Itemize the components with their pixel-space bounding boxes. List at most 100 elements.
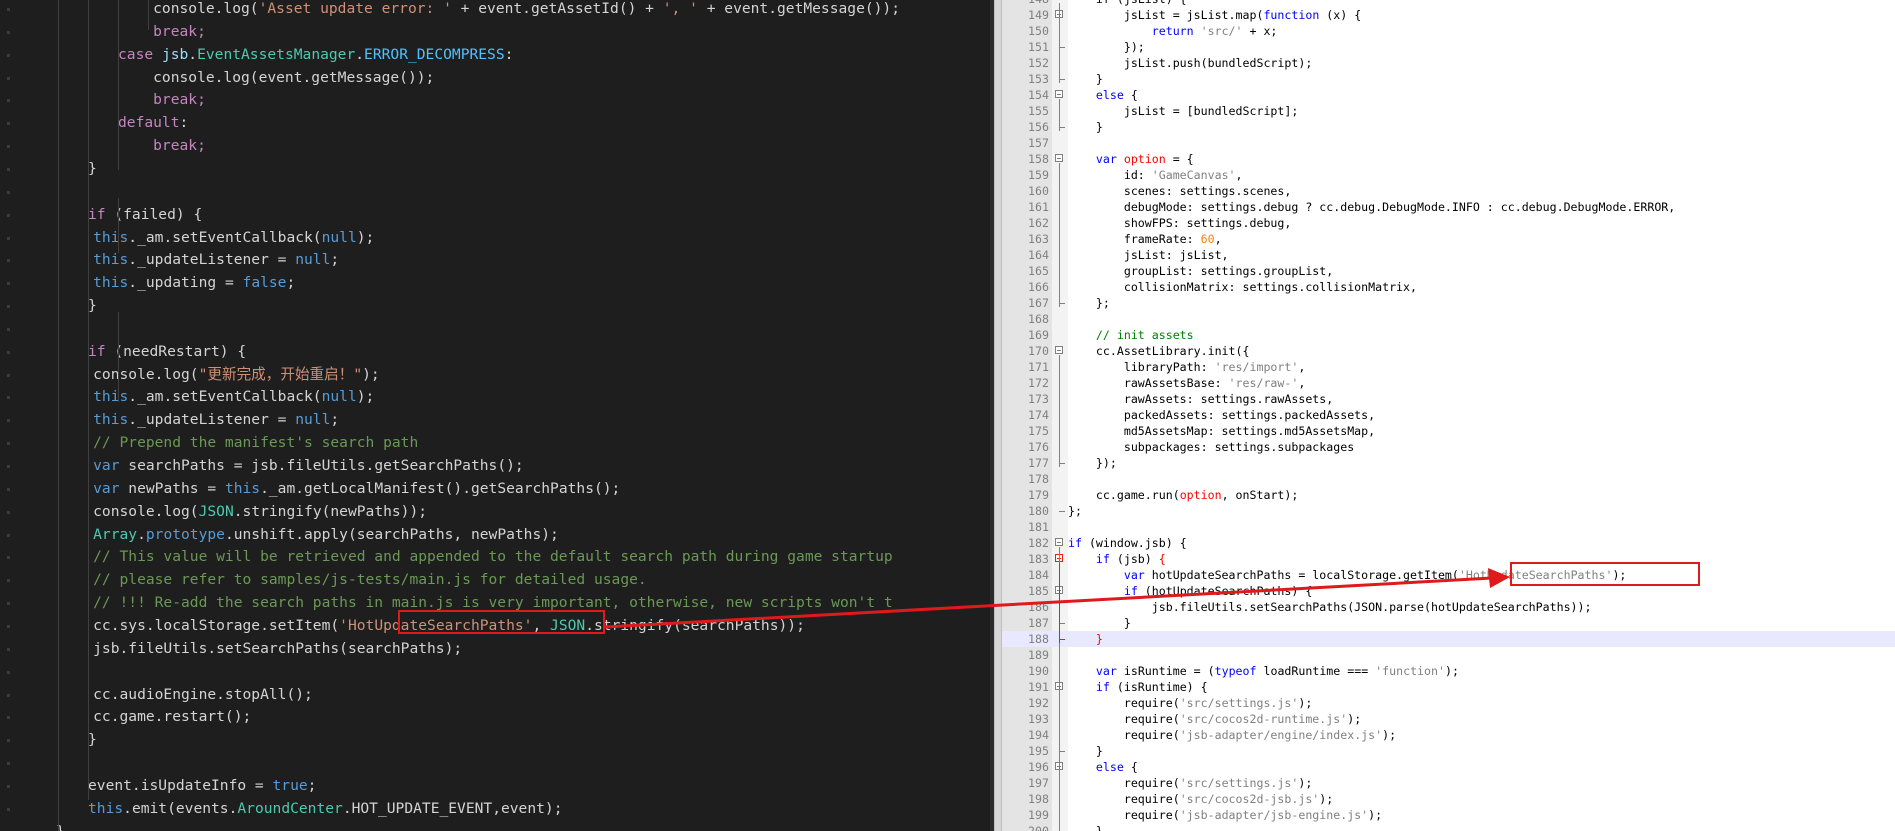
right-code-line[interactable]: 167 }; [1002, 295, 1895, 311]
code-text[interactable]: debugMode: settings.debug ? cc.debug.Deb… [1068, 199, 1675, 215]
code-text[interactable]: require('src/settings.js'); [1068, 695, 1313, 711]
code-text[interactable]: // init assets [1068, 327, 1194, 343]
code-text[interactable]: else { [1068, 759, 1138, 775]
code-text[interactable]: subpackages: settings.subpackages [1068, 439, 1354, 455]
right-code-line[interactable]: 153 } [1002, 71, 1895, 87]
code-text[interactable]: if (isRuntime) { [1068, 679, 1208, 695]
left-code-line[interactable]: // Prepend the manifest's search path [58, 432, 418, 455]
code-text[interactable]: require('jsb-adapter/jsb-engine.js'); [1068, 807, 1382, 823]
left-code-line[interactable]: default: [118, 112, 188, 135]
code-text[interactable]: require('src/cocos2d-jsb.js'); [1068, 791, 1333, 807]
right-code-line[interactable]: 192 require('src/settings.js'); [1002, 695, 1895, 711]
code-text[interactable]: jsList: jsList, [1068, 247, 1229, 263]
left-code-line[interactable]: var searchPaths = jsb.fileUtils.getSearc… [58, 455, 524, 478]
left-code-line[interactable]: console.log('Asset update error: ' + eve… [118, 0, 900, 21]
left-code-line[interactable]: } [88, 295, 97, 318]
left-code-line[interactable]: this._am.setEventCallback(null); [58, 386, 374, 409]
code-text[interactable]: if (window.jsb) { [1068, 535, 1187, 551]
right-code-line[interactable]: 163 frameRate: 60, [1002, 231, 1895, 247]
code-text[interactable]: md5AssetsMap: settings.md5AssetsMap, [1068, 423, 1375, 439]
right-code-line[interactable]: 170 cc.AssetLibrary.init({ [1002, 343, 1895, 359]
code-text[interactable]: }); [1068, 39, 1145, 55]
left-code-line[interactable]: break; [118, 135, 206, 158]
right-code-editor[interactable]: 148 if (jsList) {149 jsList = jsList.map… [1002, 0, 1895, 831]
code-text[interactable]: }; [1068, 503, 1082, 519]
code-text[interactable]: rawAssets: settings.rawAssets, [1068, 391, 1333, 407]
code-text[interactable]: showFPS: settings.debug, [1068, 215, 1292, 231]
code-text[interactable]: } [1068, 119, 1103, 135]
left-code-line[interactable]: case jsb.EventAssetsManager.ERROR_DECOMP… [118, 44, 513, 67]
code-text[interactable]: jsList = [bundledScript]; [1068, 103, 1299, 119]
right-code-line[interactable]: 165 groupList: settings.groupList, [1002, 263, 1895, 279]
left-code-line[interactable]: } [88, 158, 97, 181]
left-code-line[interactable]: Array.prototype.unshift.apply(searchPath… [58, 524, 559, 547]
code-text[interactable]: jsList.push(bundledScript); [1068, 55, 1312, 71]
left-code-line[interactable]: if (needRestart) { [88, 341, 246, 364]
right-code-line[interactable]: 180}; [1002, 503, 1895, 519]
code-text[interactable]: if (hotUpdateSearchPaths) { [1068, 583, 1313, 599]
right-code-line[interactable]: 159 id: 'GameCanvas', [1002, 167, 1895, 183]
right-code-line[interactable]: 185 if (hotUpdateSearchPaths) { [1002, 583, 1895, 599]
code-text[interactable]: rawAssetsBase: 'res/raw-', [1068, 375, 1306, 391]
code-text[interactable]: var isRuntime = (typeof loadRuntime === … [1068, 663, 1459, 679]
left-code-line[interactable]: this._am.setEventCallback(null); [58, 227, 374, 250]
right-code-line[interactable]: 197 require('src/settings.js'); [1002, 775, 1895, 791]
left-code-line[interactable]: event.isUpdateInfo = true; [88, 775, 316, 798]
right-code-line[interactable]: 154 else { [1002, 87, 1895, 103]
left-code-line[interactable]: this._updateListener = null; [58, 409, 339, 432]
code-text[interactable]: if (jsList) { [1068, 0, 1187, 7]
right-code-line[interactable]: 169 // init assets [1002, 327, 1895, 343]
code-text[interactable]: cc.game.run(option, onStart); [1068, 487, 1298, 503]
right-code-line[interactable]: 189 [1002, 647, 1895, 663]
right-code-line[interactable]: 193 require('src/cocos2d-runtime.js'); [1002, 711, 1895, 727]
code-text[interactable]: jsList = jsList.map(function (x) { [1068, 7, 1361, 23]
right-code-line[interactable]: 187 } [1002, 615, 1895, 631]
right-code-line[interactable]: 178 [1002, 471, 1895, 487]
left-code-line[interactable]: if (failed) { [88, 204, 202, 227]
right-code-line[interactable]: 196 else { [1002, 759, 1895, 775]
right-code-line[interactable]: 191 if (isRuntime) { [1002, 679, 1895, 695]
left-code-line[interactable]: break; [118, 89, 206, 112]
left-code-line[interactable]: cc.audioEngine.stopAll(); [58, 684, 313, 707]
right-code-line[interactable]: 158 var option = { [1002, 151, 1895, 167]
left-code-line[interactable]: } [88, 729, 97, 752]
code-text[interactable]: } [1068, 743, 1103, 759]
code-text[interactable]: groupList: settings.groupList, [1068, 263, 1333, 279]
right-code-line[interactable]: 177 }); [1002, 455, 1895, 471]
left-code-line[interactable]: this._updating = false; [58, 272, 295, 295]
right-code-line[interactable]: 149 jsList = jsList.map(function (x) { [1002, 7, 1895, 23]
left-code-line[interactable]: break; [118, 21, 206, 44]
code-text[interactable]: var option = { [1068, 151, 1194, 167]
right-code-line[interactable]: 166 collisionMatrix: settings.collisionM… [1002, 279, 1895, 295]
code-text[interactable]: collisionMatrix: settings.collisionMatri… [1068, 279, 1417, 295]
code-text[interactable]: return 'src/' + x; [1068, 23, 1278, 39]
right-code-line[interactable]: 200 } [1002, 823, 1895, 831]
split-divider[interactable] [994, 0, 1002, 831]
right-code-line[interactable]: 155 jsList = [bundledScript]; [1002, 103, 1895, 119]
code-text[interactable]: jsb.fileUtils.setSearchPaths(JSON.parse(… [1068, 599, 1592, 615]
right-code-line[interactable]: 175 md5AssetsMap: settings.md5AssetsMap, [1002, 423, 1895, 439]
code-text[interactable]: } [1068, 71, 1103, 87]
fold-toggle-icon[interactable] [1055, 538, 1063, 546]
code-text[interactable]: libraryPath: 'res/import', [1068, 359, 1306, 375]
right-code-line[interactable]: 168 [1002, 311, 1895, 327]
left-code-line[interactable]: var newPaths = this._am.getLocalManifest… [58, 478, 620, 501]
right-code-line[interactable]: 183 if (jsb) { [1002, 551, 1895, 567]
left-code-line[interactable]: // please refer to samples/js-tests/main… [58, 569, 647, 592]
right-code-line[interactable]: 164 jsList: jsList, [1002, 247, 1895, 263]
fold-toggle-icon[interactable] [1055, 154, 1063, 162]
left-code-line[interactable]: jsb.fileUtils.setSearchPaths(searchPaths… [58, 638, 462, 661]
right-code-line[interactable]: 173 rawAssets: settings.rawAssets, [1002, 391, 1895, 407]
code-text[interactable]: packedAssets: settings.packedAssets, [1068, 407, 1375, 423]
code-text[interactable]: }; [1068, 295, 1110, 311]
code-text[interactable]: frameRate: 60, [1068, 231, 1222, 247]
left-code-line[interactable]: console.log(JSON.stringify(newPaths)); [58, 501, 427, 524]
fold-toggle-icon[interactable] [1055, 90, 1063, 98]
code-text[interactable]: } [1068, 823, 1103, 831]
right-code-line[interactable]: 160 scenes: settings.scenes, [1002, 183, 1895, 199]
right-code-line[interactable]: 181 [1002, 519, 1895, 535]
right-code-line[interactable]: 199 require('jsb-adapter/jsb-engine.js')… [1002, 807, 1895, 823]
left-code-editor[interactable]: console.log('Asset update error: ' + eve… [0, 0, 990, 831]
code-text[interactable]: require('src/cocos2d-runtime.js'); [1068, 711, 1361, 727]
fold-toggle-icon[interactable] [1055, 346, 1063, 354]
